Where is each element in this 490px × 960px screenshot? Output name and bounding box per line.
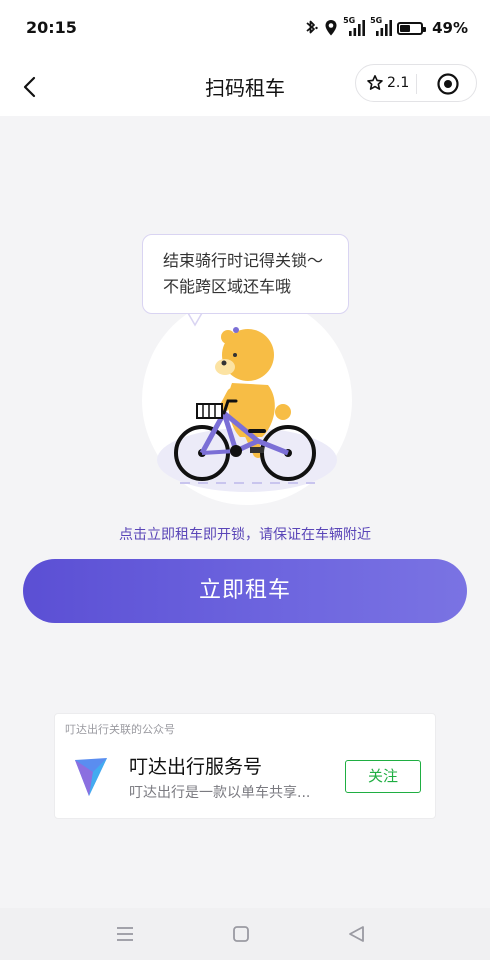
rating-value: 2.1: [387, 75, 410, 91]
unlock-hint: 点击立即租车即开锁，请保证在车辆附近: [119, 527, 371, 543]
signal-icon-2: 5G: [370, 16, 393, 38]
follow-button[interactable]: 关注: [345, 760, 421, 793]
status-bar: 20:15 5G 5G 49%: [0, 0, 490, 58]
official-account-card[interactable]: 叮达出行关联的公众号 叮达出行服务号 叮达出行是一款以单车共享... 关注: [54, 713, 436, 819]
location-icon: [325, 20, 337, 36]
signal-icon: 5G: [343, 16, 366, 38]
nav-bar: 扫码租车 2.1: [0, 58, 490, 116]
tip-line-1: 结束骑行时记得关锁～: [163, 251, 324, 270]
official-account-header: 叮达出行关联的公众号: [65, 723, 175, 736]
battery-percent: 49%: [432, 19, 468, 37]
menu-icon[interactable]: [113, 922, 137, 946]
capsule-divider: [416, 74, 417, 94]
rating-button[interactable]: 2.1: [366, 74, 409, 92]
target-icon: [437, 73, 459, 95]
official-account-name: 叮达出行服务号: [129, 756, 263, 778]
dingda-logo-icon: [75, 758, 107, 796]
status-icons: 5G 5G 49%: [303, 16, 468, 39]
official-account-desc: 叮达出行是一款以单车共享...: [129, 785, 311, 801]
status-time: 20:15: [26, 18, 77, 37]
tip-bubble: 结束骑行时记得关锁～ 不能跨区域还车哦: [142, 234, 349, 314]
star-icon: [367, 75, 383, 90]
home-square-icon[interactable]: [229, 922, 253, 946]
back-triangle-icon[interactable]: [345, 922, 369, 946]
system-nav-bar: [0, 908, 490, 960]
miniprogram-capsule: 2.1: [355, 64, 477, 102]
battery-icon: [397, 21, 427, 35]
rent-now-button[interactable]: 立即租车: [23, 559, 467, 623]
close-miniprogram-button[interactable]: [436, 72, 460, 96]
bluetooth-icon: [306, 20, 318, 34]
tip-line-2: 不能跨区域还车哦: [163, 277, 292, 296]
